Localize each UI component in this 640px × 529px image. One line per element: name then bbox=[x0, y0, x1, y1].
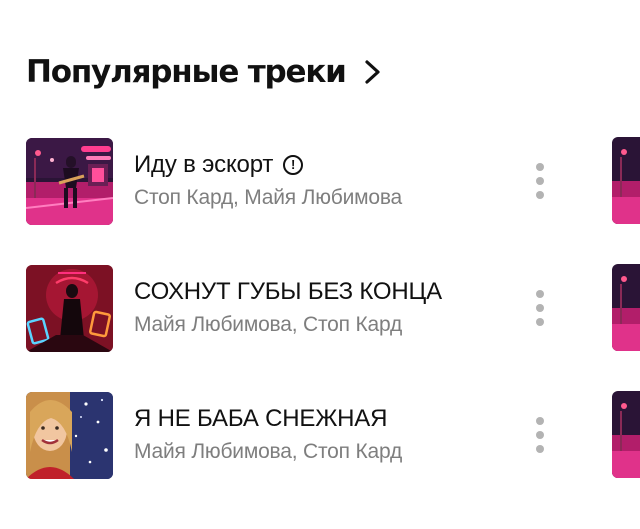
track-artists[interactable]: Майя Любимова, Стоп Кард bbox=[134, 310, 442, 340]
neon-street-cover bbox=[26, 137, 113, 225]
track-title[interactable]: Иду в эскорт bbox=[134, 150, 273, 180]
next-column-cover-peek[interactable] bbox=[612, 137, 640, 224]
track-info: Иду в эскорт ! Стоп Кард, Майя Любимова bbox=[134, 150, 402, 213]
track-row-1[interactable]: Иду в эскорт ! Стоп Кард, Майя Любимова bbox=[26, 137, 566, 225]
track-info: СОХНУТ ГУБЫ БЕЗ КОНЦА Майя Любимова, Сто… bbox=[134, 277, 442, 340]
neon-silhouette-cover bbox=[26, 264, 113, 352]
more-vertical-icon[interactable] bbox=[522, 151, 558, 211]
explicit-icon: ! bbox=[283, 154, 304, 175]
snow-portrait-cover bbox=[26, 391, 113, 479]
track-title[interactable]: СОХНУТ ГУБЫ БЕЗ КОНЦА bbox=[134, 277, 442, 307]
track-artists[interactable]: Стоп Кард, Майя Любимова bbox=[134, 183, 402, 213]
track-row-3[interactable]: Я НЕ БАБА СНЕЖНАЯ Майя Любимова, Стоп Ка… bbox=[26, 391, 566, 479]
track-info: Я НЕ БАБА СНЕЖНАЯ Майя Любимова, Стоп Ка… bbox=[134, 404, 402, 467]
more-vertical-icon[interactable] bbox=[522, 405, 558, 465]
next-column-cover-peek[interactable] bbox=[612, 264, 640, 351]
track-artists[interactable]: Майя Любимова, Стоп Кард bbox=[134, 437, 402, 467]
track-title[interactable]: Я НЕ БАБА СНЕЖНАЯ bbox=[134, 404, 387, 434]
next-column-cover-peek[interactable] bbox=[612, 391, 640, 478]
track-title-row: СОХНУТ ГУБЫ БЕЗ КОНЦА bbox=[134, 277, 442, 307]
track-title-row: Иду в эскорт ! bbox=[134, 150, 402, 180]
more-vertical-icon[interactable] bbox=[522, 278, 558, 338]
track-list: Иду в эскорт ! Стоп Кард, Майя Любимова bbox=[0, 0, 640, 529]
track-row-2[interactable]: СОХНУТ ГУБЫ БЕЗ КОНЦА Майя Любимова, Сто… bbox=[26, 264, 566, 352]
track-title-row: Я НЕ БАБА СНЕЖНАЯ bbox=[134, 404, 402, 434]
